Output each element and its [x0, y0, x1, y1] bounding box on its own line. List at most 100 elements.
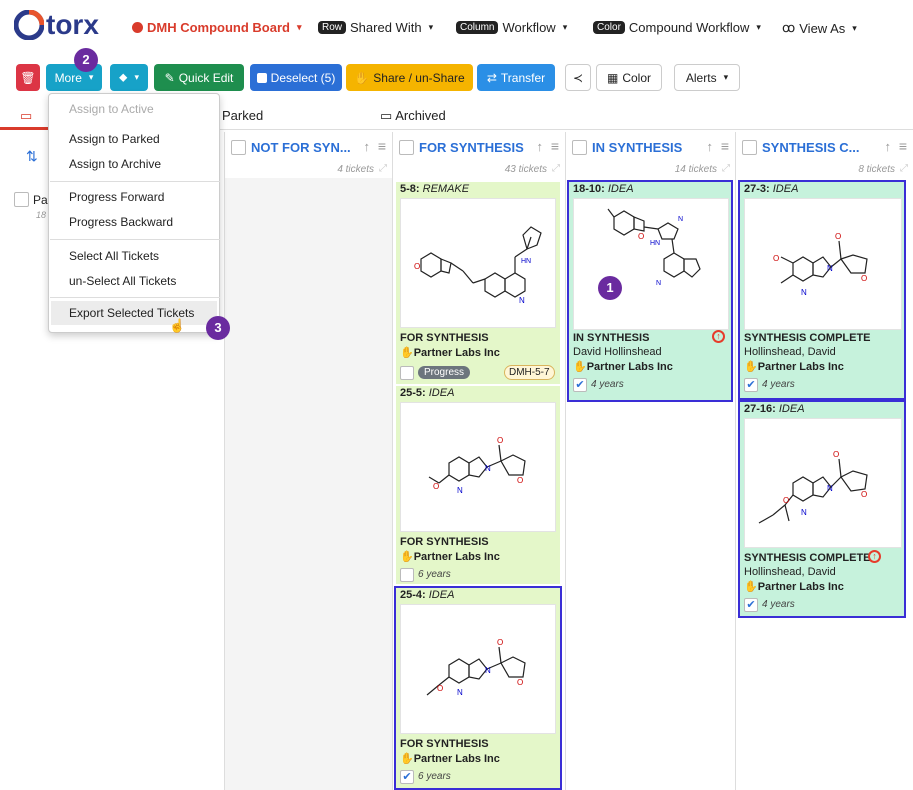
svg-text:N: N	[801, 508, 807, 517]
deselect-button[interactable]: Deselect (5)	[250, 64, 342, 91]
svg-text:HN: HN	[650, 240, 660, 247]
delete-button[interactable]: 🗑	[16, 64, 40, 91]
molecule-image: O HN N N	[573, 198, 729, 330]
svg-text:N: N	[519, 296, 525, 305]
row-selector[interactable]: Row Shared With ▾	[318, 20, 433, 35]
tag-icon: ⬥	[119, 70, 128, 84]
network-button[interactable]: ≺	[565, 64, 591, 91]
more-dropdown-menu: Assign to Active Assign to Parked Assign…	[48, 93, 220, 333]
ticket-card-27-16[interactable]: 27-16: IDEA O N O O N SYNTHESIS COMPLETE ↑ H…	[738, 400, 906, 618]
tab-active[interactable]: ▭	[0, 104, 48, 130]
expand-icon[interactable]: ⤢	[900, 163, 908, 174]
ticket-checkbox-checked[interactable]: ✔	[744, 598, 758, 612]
more-label: More	[54, 70, 82, 85]
inbox-icon: ▭	[20, 108, 33, 123]
quick-edit-button[interactable]: ✎ Quick Edit	[154, 64, 244, 91]
ticket-status: SYNTHESIS COMPLETE	[744, 552, 871, 564]
svg-text:O: O	[433, 482, 439, 491]
sort-up-icon[interactable]: ↑	[364, 139, 371, 154]
ticket-card-5-8[interactable]: 5-8: REMAKE O HN N FOR SYNTHESIS ✋Partner …	[396, 182, 560, 384]
column-checkbox[interactable]	[231, 140, 246, 155]
chevron-down-icon: ▾	[88, 72, 94, 82]
parked-col-checkbox[interactable]	[14, 192, 29, 207]
column-header-not-for-synthesis[interactable]: NOT FOR SYN... ↑ ≡ 4 tickets ⤢	[225, 132, 393, 178]
torx-logo[interactable]: torx	[14, 8, 124, 42]
svg-text:N: N	[827, 484, 833, 493]
network-icon: ≺	[572, 70, 584, 85]
partner-line: ✋Partner Labs Inc	[744, 361, 844, 373]
column-checkbox[interactable]	[742, 140, 757, 155]
menu-item-progress-backward[interactable]: Progress Backward	[69, 215, 173, 229]
transfer-button[interactable]: ⇄ Transfer	[477, 64, 555, 91]
svg-text:N: N	[457, 486, 463, 495]
expand-icon[interactable]: ⤢	[722, 163, 730, 174]
menu-icon[interactable]: ≡	[551, 138, 559, 154]
menu-item-progress-forward[interactable]: Progress Forward	[69, 190, 164, 204]
column-checkbox[interactable]	[399, 140, 414, 155]
ticket-checkbox-checked[interactable]: ✔	[744, 378, 758, 392]
ticket-id: 18-10: IDEA	[573, 183, 634, 195]
color-label: Compound Workflow	[628, 20, 750, 35]
board-selector[interactable]: DMH Compound Board ▾	[132, 20, 302, 35]
svg-text:N: N	[457, 688, 463, 697]
column-header-for-synthesis[interactable]: FOR SYNTHESIS ↑ ≡ 43 tickets ⤢	[393, 132, 566, 178]
edit-icon: ✎	[164, 70, 175, 85]
chevron-down-icon: ▾	[134, 72, 139, 82]
sort-up-icon[interactable]: ↑	[885, 139, 892, 154]
menu-item-select-all[interactable]: Select All Tickets	[69, 249, 159, 263]
ticket-card-25-5[interactable]: 25-5: IDEA O N O O N FOR SYNTHESIS ✋Partner …	[396, 386, 560, 584]
progress-badge[interactable]: Progress	[418, 366, 471, 379]
column-header-in-synthesis[interactable]: IN SYNTHESIS ↑ ≡ 14 tickets ⤢	[566, 132, 736, 178]
share-button[interactable]: ✋ Share / un-Share	[346, 64, 473, 91]
view-as-selector[interactable]: ꝏ View As ▾	[782, 20, 857, 36]
ticket-card-25-4[interactable]: 25-4: IDEA O N O O N FOR SYNTHESIS ✋Partner …	[394, 586, 562, 790]
svg-text:N: N	[656, 280, 661, 287]
ref-badge[interactable]: DMH-5-7	[504, 365, 555, 380]
tab-archived-label: Archived	[395, 108, 446, 123]
ticket-checkbox-checked[interactable]: ✔	[400, 770, 414, 784]
sort-up-icon[interactable]: ↑	[707, 139, 714, 154]
column-selector[interactable]: Column Workflow ▾	[456, 20, 567, 35]
chevron-down-icon: ▾	[562, 22, 568, 32]
color-selector[interactable]: Color Compound Workflow ▾	[593, 20, 761, 35]
menu-item-assign-parked[interactable]: Assign to Parked	[69, 132, 160, 146]
tab-archived[interactable]: ▭ Archived	[380, 108, 446, 124]
menu-icon[interactable]: ≡	[721, 138, 729, 154]
view-as-label: View As	[799, 20, 846, 36]
ticket-card-18-10[interactable]: 18-10: IDEA O HN N N IN SYNTHESIS ↑ David H…	[567, 180, 733, 402]
color-button[interactable]: ▦ Color	[596, 64, 662, 91]
svg-text:O: O	[833, 450, 839, 459]
ticket-card-27-3[interactable]: 27-3: IDEA O N O O N SYNTHESIS COMPLETE Holl…	[738, 180, 906, 400]
svg-text:O: O	[861, 490, 867, 499]
parked-col-label: Pa	[33, 193, 48, 207]
svg-text:N: N	[485, 464, 491, 473]
ticket-checkbox-checked[interactable]: ✔	[573, 378, 587, 392]
menu-icon[interactable]: ≡	[378, 138, 386, 154]
ticket-checkbox[interactable]	[400, 568, 414, 582]
svg-text:O: O	[861, 274, 867, 283]
chevron-down-icon: ▾	[296, 22, 302, 32]
handshake-icon: ✋	[400, 551, 414, 563]
menu-item-unselect-all[interactable]: un-Select All Tickets	[69, 274, 176, 288]
menu-item-assign-active[interactable]: Assign to Active	[69, 102, 154, 116]
svg-text:O: O	[835, 232, 841, 241]
svg-text:O: O	[517, 678, 523, 687]
expand-icon[interactable]: ⤢	[552, 163, 560, 174]
sort-up-icon[interactable]: ↑	[537, 139, 544, 154]
board-label: DMH Compound Board	[147, 20, 290, 35]
ticket-age: 4 years	[762, 599, 795, 610]
quick-edit-label: Quick Edit	[178, 70, 234, 85]
expand-icon[interactable]: ⤢	[379, 163, 387, 174]
sort-icon[interactable]: ⇅	[26, 148, 38, 165]
alerts-button[interactable]: Alerts ▾	[674, 64, 740, 91]
priority-up-icon: ↑	[868, 550, 881, 563]
svg-text:O: O	[497, 638, 503, 647]
tag-button[interactable]: ⬥ ▾	[110, 64, 148, 91]
tab-parked[interactable]: Parked	[222, 108, 263, 123]
ticket-checkbox[interactable]	[400, 366, 414, 380]
menu-icon[interactable]: ≡	[899, 138, 907, 154]
partner-line: ✋Partner Labs Inc	[400, 347, 500, 359]
column-header-synthesis-complete[interactable]: SYNTHESIS C... ↑ ≡ 8 tickets ⤢	[736, 132, 913, 178]
menu-item-assign-archive[interactable]: Assign to Archive	[69, 157, 161, 171]
column-checkbox[interactable]	[572, 140, 587, 155]
